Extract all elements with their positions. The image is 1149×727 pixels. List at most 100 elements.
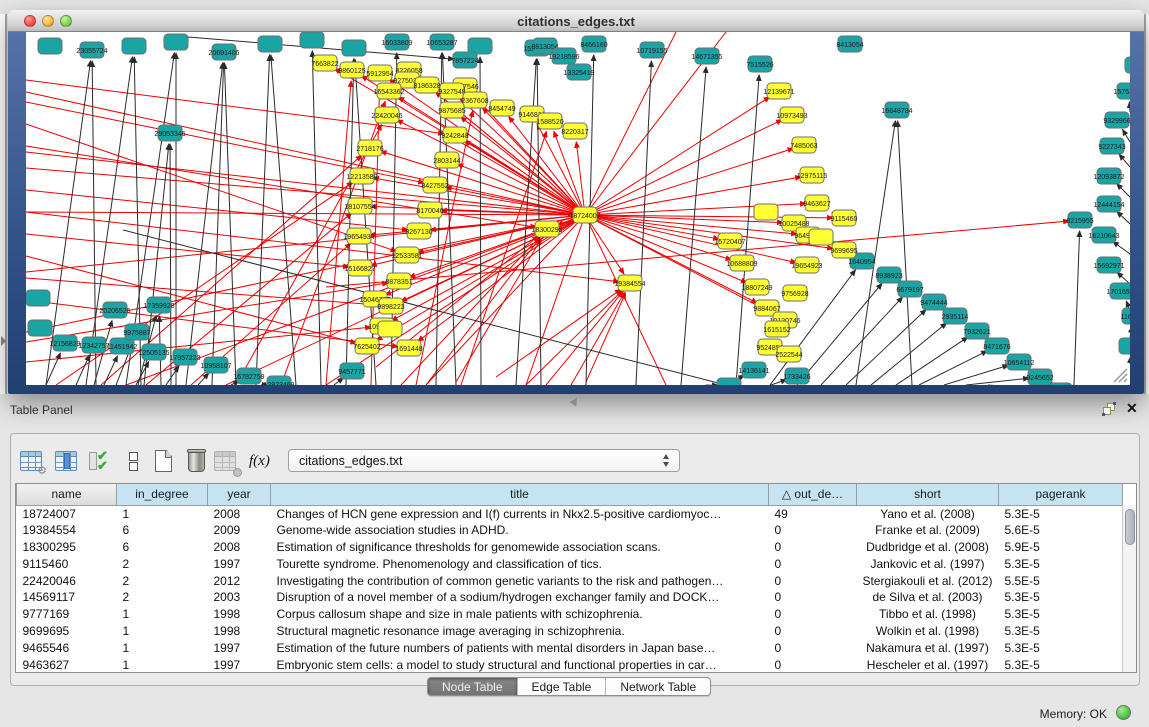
graph-node[interactable]: 9975887 bbox=[123, 324, 150, 340]
table-cell[interactable]: 49 bbox=[769, 505, 857, 522]
table-cell[interactable]: 1997 bbox=[208, 555, 271, 572]
graph-node[interactable]: 13325419 bbox=[563, 64, 594, 80]
citation-edge-red[interactable] bbox=[585, 97, 770, 215]
table-row[interactable]: 969969511998Structural magnetic resonanc… bbox=[17, 623, 1123, 640]
canvas-resize-grip[interactable] bbox=[1110, 365, 1128, 383]
panel-collapse-arrow-icon[interactable] bbox=[1, 336, 6, 346]
table-cell[interactable]: Franke et al. (2009) bbox=[857, 522, 999, 539]
graph-node[interactable]: 9227343 bbox=[1098, 138, 1125, 154]
citation-edge-red[interactable] bbox=[456, 238, 541, 382]
graph-node[interactable]: 15720407 bbox=[714, 233, 745, 249]
graph-node[interactable]: 16033809 bbox=[381, 34, 412, 50]
graph-node[interactable] bbox=[809, 229, 833, 245]
citation-edge-black[interactable] bbox=[1117, 184, 1130, 197]
tab-network-table[interactable]: Network Table bbox=[606, 678, 710, 696]
table-cell[interactable]: Disruption of a novel member of a sodium… bbox=[271, 589, 769, 606]
graph-node[interactable]: 12975115 bbox=[797, 167, 828, 183]
graph-node[interactable]: 9756928 bbox=[781, 285, 808, 301]
graph-node[interactable]: 15751074 bbox=[1113, 83, 1130, 99]
graph-node[interactable]: 9860125 bbox=[338, 62, 365, 78]
table-selector-dropdown[interactable]: citations_edges.txt bbox=[288, 449, 680, 472]
citation-edge-red[interactable] bbox=[585, 32, 676, 215]
graph-node[interactable]: 8170046 bbox=[416, 202, 443, 218]
graph-node[interactable]: 7515526 bbox=[746, 56, 773, 72]
graph-node[interactable]: 2367608 bbox=[461, 92, 488, 108]
graph-node[interactable]: 8413054 bbox=[836, 36, 863, 52]
table-cell[interactable]: 0 bbox=[769, 656, 857, 673]
citation-edge-black[interactable] bbox=[224, 63, 236, 385]
graph-node[interactable]: 6679197 bbox=[896, 281, 923, 297]
graph-node[interactable]: 17359928 bbox=[143, 297, 174, 313]
graph-node[interactable]: 7932621 bbox=[963, 323, 990, 339]
delete-table-button[interactable] bbox=[184, 449, 210, 475]
citation-edge-black[interactable] bbox=[136, 362, 149, 385]
float-panel-icon[interactable] bbox=[1103, 403, 1117, 416]
graph-node[interactable]: 8454749 bbox=[488, 100, 515, 116]
graph-node[interactable] bbox=[1125, 57, 1130, 73]
table-cell[interactable]: 5.3E-5 bbox=[999, 555, 1123, 572]
citation-edge-black[interactable] bbox=[1113, 241, 1130, 254]
graph-node[interactable] bbox=[164, 34, 188, 50]
graph-node[interactable]: 9457771 bbox=[338, 363, 365, 379]
graph-node[interactable]: 9474444 bbox=[920, 294, 947, 310]
citation-edge-red[interactable] bbox=[571, 293, 624, 385]
table-cell[interactable]: Wolkin et al. (1998) bbox=[857, 623, 999, 640]
graph-node[interactable] bbox=[122, 38, 146, 54]
table-cell[interactable]: Hescheler et al. (1997) bbox=[857, 656, 999, 673]
graph-node[interactable]: 9242848 bbox=[441, 127, 468, 143]
graph-node[interactable]: 9699695 bbox=[830, 242, 857, 258]
citation-edge-red[interactable] bbox=[546, 291, 623, 385]
table-cell[interactable]: 6 bbox=[117, 539, 208, 556]
table-cell[interactable]: 9777169 bbox=[17, 606, 117, 623]
graph-node[interactable]: 17957223 bbox=[169, 349, 200, 365]
graph-node[interactable] bbox=[754, 204, 778, 220]
graph-node[interactable]: 19654934 bbox=[343, 228, 374, 244]
graph-node[interactable]: 19384554 bbox=[614, 275, 645, 291]
table-cell[interactable]: 5.9E-5 bbox=[999, 539, 1123, 556]
graph-node[interactable]: 15166827 bbox=[344, 260, 375, 276]
graph-node[interactable]: 16543362 bbox=[373, 83, 404, 99]
citation-edge-black[interactable] bbox=[636, 61, 651, 385]
graph-node[interactable]: 8220317 bbox=[561, 123, 588, 139]
citation-edge-red[interactable] bbox=[426, 238, 540, 385]
table-cell[interactable]: 0 bbox=[769, 606, 857, 623]
table-cell[interactable]: 1 bbox=[117, 623, 208, 640]
table-cell[interactable]: 1998 bbox=[208, 623, 271, 640]
table-cell[interactable]: 0 bbox=[769, 555, 857, 572]
table-cell[interactable]: Estimation of the future numbers of pati… bbox=[271, 639, 769, 656]
citation-edge-black[interactable] bbox=[846, 310, 926, 385]
table-cell[interactable]: 5.3E-5 bbox=[999, 623, 1123, 640]
table-cell[interactable]: 5.3E-5 bbox=[999, 589, 1123, 606]
citation-edge-black[interactable] bbox=[1074, 231, 1080, 385]
graph-node[interactable]: 10688809 bbox=[726, 255, 757, 271]
column-header-4[interactable]: △ out_de… bbox=[769, 484, 857, 505]
graph-node[interactable]: 12533581 bbox=[391, 247, 422, 263]
table-cell[interactable]: 2009 bbox=[208, 522, 271, 539]
table-cell[interactable]: Investigating the contribution of common… bbox=[271, 572, 769, 589]
citation-edge-red[interactable] bbox=[26, 215, 585, 272]
table-cell[interactable]: 0 bbox=[769, 522, 857, 539]
table-cell[interactable]: 9465546 bbox=[17, 639, 117, 656]
column-header-3[interactable]: title bbox=[271, 484, 769, 505]
close-panel-icon[interactable]: ✕ bbox=[1126, 400, 1138, 417]
table-cell[interactable]: 9115460 bbox=[17, 555, 117, 572]
network-canvas[interactable]: 2305572420691406160338091065328715276028… bbox=[26, 32, 1130, 385]
graph-node[interactable] bbox=[1048, 383, 1072, 385]
citation-edge-red[interactable] bbox=[526, 215, 585, 385]
graph-node[interactable]: 9875685 bbox=[438, 102, 465, 118]
citation-edge-black[interactable] bbox=[797, 283, 882, 385]
table-cell[interactable]: 5.3E-5 bbox=[999, 606, 1123, 623]
graph-node[interactable]: 9327548 bbox=[438, 83, 465, 99]
graph-node[interactable]: 9245652 bbox=[1026, 369, 1053, 385]
graph-node[interactable]: 8466160 bbox=[580, 36, 607, 52]
citation-edge-black[interactable] bbox=[104, 356, 117, 385]
row-height-button[interactable] bbox=[121, 449, 147, 475]
table-row[interactable]: 911546021997Tourette syndrome. Phenomeno… bbox=[17, 555, 1123, 572]
table-cell[interactable]: 18724007 bbox=[17, 505, 117, 522]
graph-node[interactable]: 5912954 bbox=[366, 65, 393, 81]
table-cell[interactable]: Stergiakouli et al. (2012) bbox=[857, 572, 999, 589]
table-cell[interactable]: 22420046 bbox=[17, 572, 117, 589]
graph-node[interactable]: 9329966 bbox=[1103, 112, 1130, 128]
table-cell[interactable]: 0 bbox=[769, 623, 857, 640]
graph-node[interactable]: 20691406 bbox=[208, 44, 239, 60]
